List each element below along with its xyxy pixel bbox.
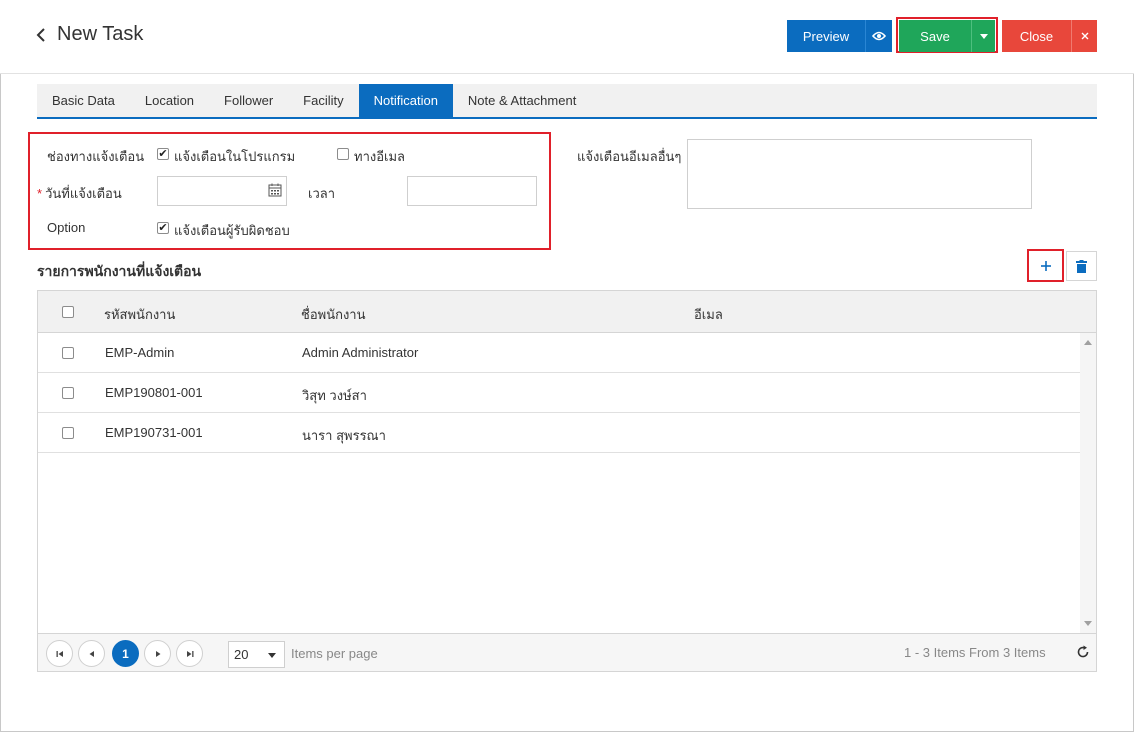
trash-icon[interactable] — [1066, 251, 1097, 281]
preview-button-group: Preview — [787, 20, 892, 52]
notification-time-input[interactable] — [407, 176, 537, 206]
tab-basic-data[interactable]: Basic Data — [37, 84, 130, 117]
other-email-label: แจ้งเตือนอีเมลอื่นๆ — [577, 149, 682, 164]
notify-owner-checkbox[interactable]: ✔ — [157, 222, 169, 234]
employee-name: นารา สุพรรณา — [302, 428, 386, 443]
column-header-code[interactable]: รหัสพนักงาน — [104, 304, 175, 325]
close-x-icon[interactable] — [1071, 20, 1097, 52]
items-per-page-label: Items per page — [291, 646, 378, 661]
tab-notification[interactable]: Notification — [358, 84, 453, 117]
date-label: * วันที่แจ้งเตือน — [37, 183, 122, 204]
employee-code: EMP190731-001 — [105, 425, 203, 440]
first-page-icon[interactable] — [46, 640, 73, 667]
channel-label: ช่องทางแจ้งเตือน — [47, 149, 145, 164]
calendar-icon[interactable] — [268, 183, 282, 197]
column-header-name[interactable]: ชื่อพนักงาน — [301, 304, 366, 325]
page-title: New Task — [57, 23, 144, 45]
row-checkbox[interactable] — [62, 427, 74, 439]
last-page-icon[interactable] — [176, 640, 203, 667]
tab-bar: Basic Data Location Follower Facility No… — [37, 84, 1097, 119]
row-checkbox[interactable] — [62, 347, 74, 359]
grid-header: รหัสพนักงาน ชื่อพนักงาน อีเมล — [38, 291, 1096, 333]
preview-button[interactable]: Preview — [787, 20, 865, 52]
page-size-select[interactable]: 20 — [228, 641, 285, 668]
tab-location[interactable]: Location — [130, 84, 209, 117]
page-size-value: 20 — [234, 647, 249, 662]
in-app-label: แจ้งเตือนในโปรแกรม — [174, 149, 296, 164]
grid-scrollbar[interactable] — [1080, 333, 1096, 633]
date-label-text: วันที่แจ้งเตือน — [45, 186, 122, 201]
employee-grid: รหัสพนักงาน ชื่อพนักงาน อีเมล EMP-Admin … — [37, 290, 1097, 672]
chevron-down-icon — [268, 653, 276, 658]
employee-list-title: รายการพนักงานที่แจ้งเตือน — [37, 263, 202, 279]
tab-facility[interactable]: Facility — [288, 84, 358, 117]
employee-name: Admin Administrator — [302, 345, 419, 360]
row-checkbox[interactable] — [62, 387, 74, 399]
time-label: เวลา — [308, 186, 336, 201]
close-button[interactable]: Close — [1002, 20, 1071, 52]
save-button-group: Save — [899, 20, 995, 52]
option-label: Option — [47, 220, 86, 235]
in-app-checkbox[interactable]: ✔ — [157, 148, 169, 160]
grid-pager: 1 20 Items per page 1 - 3 Items From 3 I… — [38, 633, 1096, 671]
eye-icon[interactable] — [865, 20, 892, 52]
scroll-down-arrow-icon[interactable] — [1083, 618, 1093, 628]
email-channel-label: ทางอีเมล — [354, 149, 406, 164]
previous-page-icon[interactable] — [78, 640, 105, 667]
employee-code: EMP190801-001 — [105, 385, 203, 400]
notify-owner-label: แจ้งเตือนผู้รับผิดชอบ — [174, 223, 290, 238]
page-header: New Task Preview Save Close — [0, 0, 1134, 74]
table-row[interactable]: EMP-Admin Admin Administrator — [38, 333, 1080, 373]
tab-follower[interactable]: Follower — [209, 84, 288, 117]
required-mark: * — [37, 186, 43, 201]
add-icon[interactable] — [1030, 252, 1061, 279]
close-button-group: Close — [1002, 20, 1097, 52]
table-row[interactable]: EMP190801-001 วิสุท วงษ์สา — [38, 373, 1080, 413]
save-dropdown-caret-icon[interactable] — [971, 20, 995, 52]
column-header-email[interactable]: อีเมล — [694, 304, 723, 325]
employee-code: EMP-Admin — [105, 345, 175, 360]
select-all-checkbox[interactable] — [62, 306, 74, 318]
pager-info: 1 - 3 Items From 3 Items — [904, 645, 1046, 660]
tab-note-attachment[interactable]: Note & Attachment — [453, 84, 591, 117]
employee-name: วิสุท วงษ์สา — [302, 388, 367, 403]
next-page-icon[interactable] — [144, 640, 171, 667]
table-row[interactable]: EMP190731-001 นารา สุพรรณา — [38, 413, 1080, 453]
refresh-icon[interactable] — [1076, 645, 1090, 659]
email-checkbox[interactable] — [337, 148, 349, 160]
other-email-textarea[interactable] — [687, 139, 1032, 209]
scroll-up-arrow-icon[interactable] — [1083, 338, 1093, 348]
save-button[interactable]: Save — [899, 20, 971, 52]
current-page-button[interactable]: 1 — [112, 640, 139, 667]
chevron-left-icon[interactable] — [36, 28, 46, 42]
